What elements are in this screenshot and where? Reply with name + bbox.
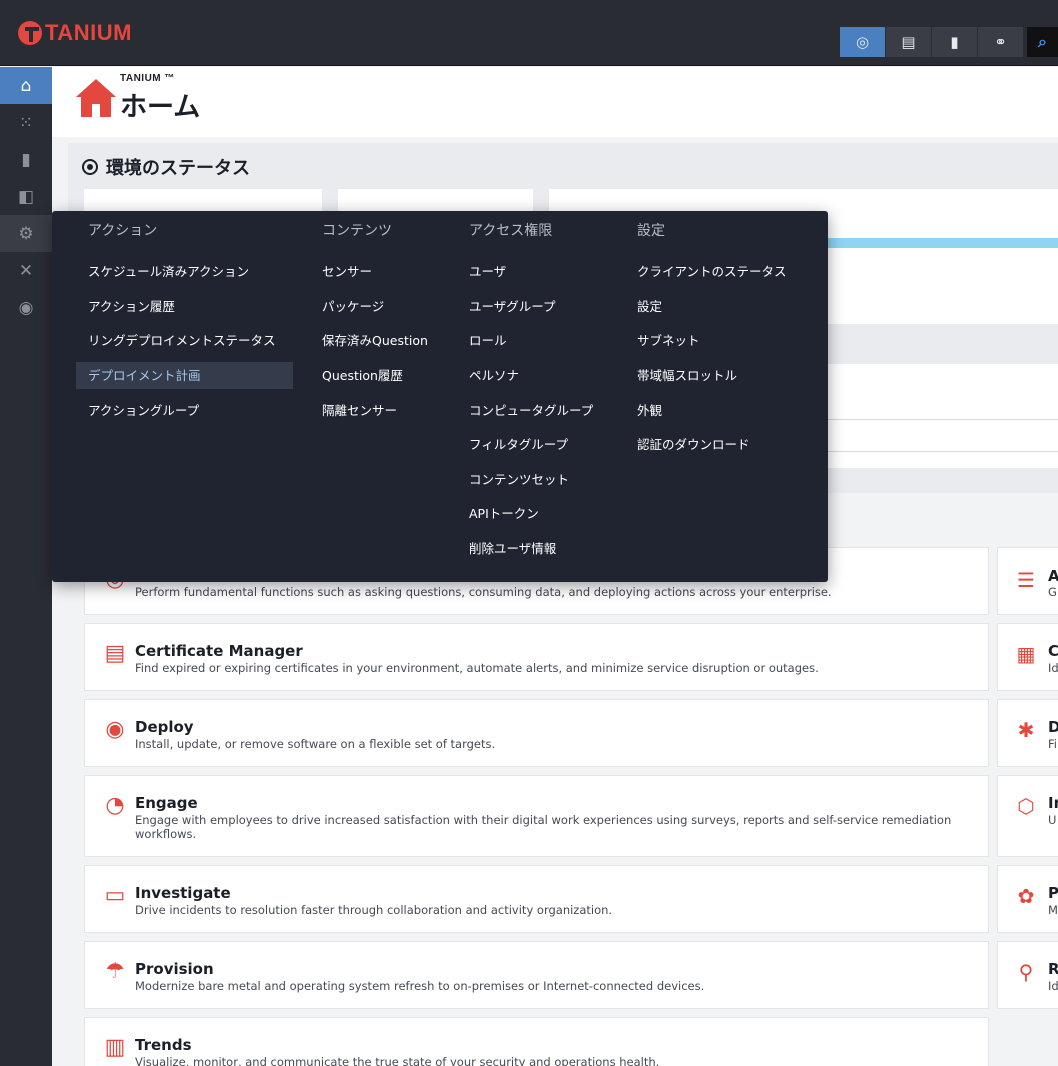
magnifier-icon: ⚲ bbox=[1018, 960, 1034, 984]
module-card-right[interactable]: ▦ C Id bbox=[997, 623, 1058, 691]
apps-grid-icon[interactable]: ⁙ bbox=[0, 104, 52, 141]
bar-chart-icon[interactable]: ▮ bbox=[0, 141, 52, 178]
menu-item-content-sets[interactable]: コンテンツセット bbox=[457, 466, 569, 493]
module-card-provision[interactable]: ☂ Provision Modernize bare metal and ope… bbox=[84, 941, 989, 1009]
menu-item-deleted-users[interactable]: 削除ユーザ情報 bbox=[457, 535, 556, 562]
parachute-icon: ☂ bbox=[105, 959, 125, 984]
menu-item-bandwidth-throttles[interactable]: 帯域幅スロットル bbox=[625, 362, 737, 389]
gears-icon[interactable]: ⚙ bbox=[0, 215, 52, 252]
module-card-right[interactable]: ☰ A G bbox=[997, 547, 1058, 615]
module-card-right[interactable]: ⚲ R Id bbox=[997, 941, 1058, 1009]
home-icon[interactable]: ⌂ bbox=[0, 67, 52, 104]
menu-item-user-groups[interactable]: ユーザグループ bbox=[457, 293, 556, 320]
flower-icon: ✿ bbox=[1017, 884, 1035, 908]
menu-item-sensors[interactable]: センサー bbox=[310, 258, 372, 285]
bar-chart-icon[interactable]: ▮ bbox=[932, 27, 978, 57]
menu-item-api-tokens[interactable]: APIトークン bbox=[457, 500, 539, 527]
menu-item-filter-groups[interactable]: フィルタグループ bbox=[457, 431, 568, 458]
link-icon[interactable]: ⚭ bbox=[978, 27, 1024, 57]
module-card-engage[interactable]: ◔ Engage Engage with employees to drive … bbox=[84, 775, 989, 857]
menu-item-saved-questions[interactable]: 保存済みQuestion bbox=[310, 327, 428, 354]
menu-item-settings[interactable]: 設定 bbox=[625, 293, 662, 320]
investigate-icon: ▭ bbox=[104, 883, 126, 908]
menu-heading-settings: 設定 bbox=[637, 223, 665, 239]
menu-heading-content: コンテンツ bbox=[322, 223, 392, 239]
menu-item-scheduled-actions[interactable]: スケジュール済みアクション bbox=[76, 258, 249, 285]
menu-item-client-status[interactable]: クライアントのステータス bbox=[625, 258, 787, 285]
layers-icon[interactable]: ◧ bbox=[0, 178, 52, 215]
menu-heading-actions: アクション bbox=[88, 223, 158, 239]
module-card-right[interactable]: ✿ P M bbox=[997, 865, 1058, 933]
module-card-certificate-manager[interactable]: ▤ Certificate Manager Find expired or ex… bbox=[84, 623, 989, 691]
menu-item-certificate-download[interactable]: 認証のダウンロード bbox=[625, 431, 750, 458]
crosshair-icon[interactable]: ◎ bbox=[840, 27, 886, 57]
dashboard-icon[interactable]: ▤ bbox=[886, 27, 932, 57]
sidebar: ⌂ ⁙ ▮ ◧ ⚙ ✕ ◉ bbox=[0, 67, 52, 1066]
compass-icon[interactable]: ◉ bbox=[0, 289, 52, 326]
administration-menu: アクション スケジュール済みアクション アクション履歴 リングデプロイメントステ… bbox=[52, 211, 828, 582]
top-toolbar: ◎ ▤ ▮ ⚭ bbox=[840, 27, 1024, 57]
qr-code-icon: ▦ bbox=[1016, 642, 1036, 666]
menu-item-deployment-plan[interactable]: デプロイメント計画 bbox=[76, 362, 293, 389]
network-icon: ✱ bbox=[1017, 718, 1035, 742]
page-header: TANIUM ™ ホーム bbox=[52, 67, 1058, 137]
module-card-investigate[interactable]: ▭ Investigate Drive incidents to resolut… bbox=[84, 865, 989, 933]
tools-icon[interactable]: ✕ bbox=[0, 252, 52, 289]
certificate-icon: ▤ bbox=[104, 641, 126, 666]
module-card-right[interactable]: ✱ D Fi bbox=[997, 699, 1058, 767]
page-title: ホーム bbox=[120, 92, 201, 123]
menu-item-ring-deployment-status[interactable]: リングデプロイメントステータス bbox=[76, 327, 276, 354]
menu-item-subnets[interactable]: サブネット bbox=[625, 327, 700, 354]
deploy-icon: ◉ bbox=[105, 717, 125, 742]
menu-item-question-history[interactable]: Question履歴 bbox=[310, 362, 403, 389]
tanium-logo[interactable]: TANIUM bbox=[18, 20, 132, 46]
menu-item-roles[interactable]: ロール bbox=[457, 327, 507, 354]
hexagon-nodes-icon: ⬡ bbox=[1017, 794, 1035, 818]
tanium-logo-icon bbox=[18, 21, 42, 45]
engage-icon: ◔ bbox=[105, 793, 125, 818]
brand-small: TANIUM ™ bbox=[120, 73, 175, 84]
home-icon bbox=[76, 79, 116, 117]
menu-item-computer-groups[interactable]: コンピュータグループ bbox=[457, 397, 593, 424]
module-card-trends[interactable]: ▥ Trends Visualize, monitor, and communi… bbox=[84, 1017, 989, 1066]
menu-item-packages[interactable]: パッケージ bbox=[310, 293, 384, 320]
trends-icon: ▥ bbox=[104, 1035, 126, 1060]
menu-heading-permissions: アクセス権限 bbox=[469, 223, 553, 239]
module-card-deploy[interactable]: ◉ Deploy Install, update, or remove soft… bbox=[84, 699, 989, 767]
status-title: 環境のステータス bbox=[82, 154, 250, 180]
menu-item-appearance[interactable]: 外観 bbox=[625, 397, 662, 424]
brand-name: TANIUM bbox=[45, 20, 132, 45]
list-icon: ☰ bbox=[1017, 568, 1035, 592]
menu-item-personas[interactable]: ペルソナ bbox=[457, 362, 519, 389]
menu-item-action-history[interactable]: アクション履歴 bbox=[76, 293, 175, 320]
search-icon[interactable]: ⌕ bbox=[1027, 27, 1058, 57]
top-bar: TANIUM ◎ ▤ ▮ ⚭ ⌕ bbox=[0, 0, 1058, 66]
status-gear-icon bbox=[82, 159, 98, 175]
menu-item-users[interactable]: ユーザ bbox=[457, 258, 506, 285]
menu-item-quarantine-sensors[interactable]: 隔離センサー bbox=[310, 397, 397, 424]
menu-item-action-groups[interactable]: アクショングループ bbox=[76, 397, 199, 424]
module-card-right[interactable]: ⬡ In U bbox=[997, 775, 1058, 857]
